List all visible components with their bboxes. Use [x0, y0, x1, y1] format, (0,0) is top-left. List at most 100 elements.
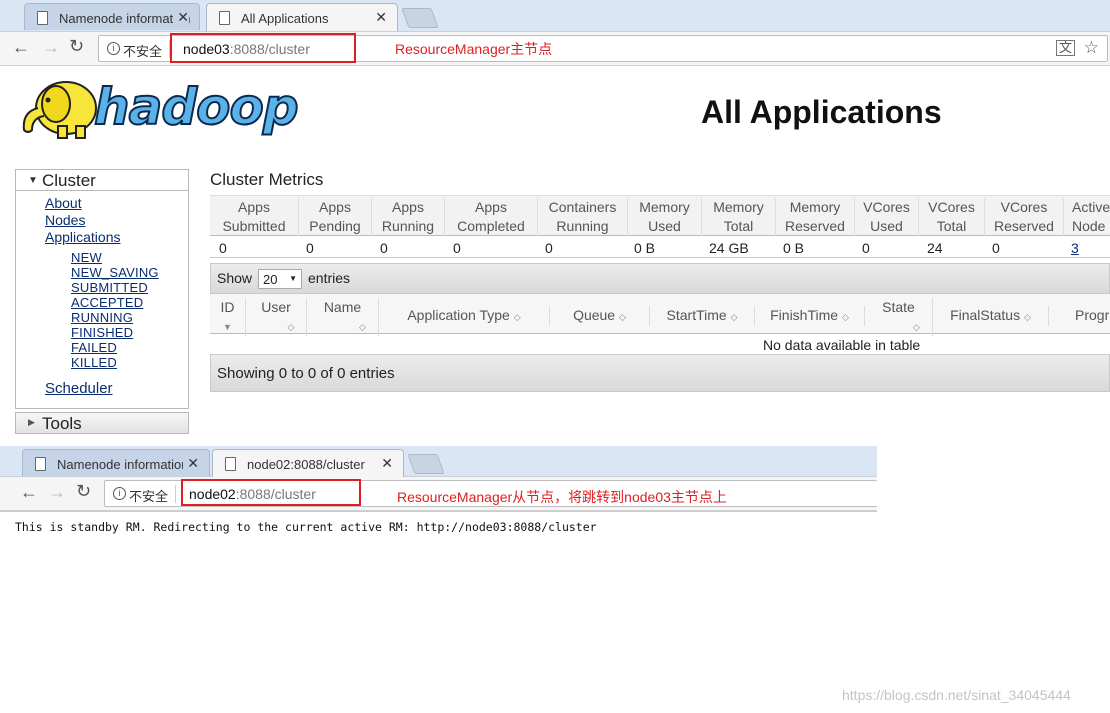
- tab-namenode-2[interactable]: Namenode information ✕: [22, 449, 210, 476]
- info-icon[interactable]: i: [113, 487, 126, 500]
- metric-header: Memory Reserved: [776, 198, 855, 236]
- entries-select[interactable]: 20 ▼: [258, 269, 302, 289]
- nav-about[interactable]: About: [45, 195, 82, 211]
- nav-applications[interactable]: Applications: [45, 229, 121, 245]
- metric-header: Apps Running: [372, 198, 445, 236]
- nav-state-failed[interactable]: FAILED: [71, 340, 117, 355]
- sort-icon: ◇: [619, 312, 626, 322]
- divider: [175, 485, 176, 503]
- sort-icon: ◇: [913, 322, 920, 332]
- column-state[interactable]: State ◇: [865, 298, 933, 336]
- translate-icon[interactable]: 文: [1055, 40, 1075, 56]
- caret-down-icon: ▼: [28, 175, 38, 186]
- metric-value: 0: [862, 240, 870, 256]
- tab-all-applications[interactable]: All Applications ✕: [206, 3, 398, 31]
- tab-label: node02:8088/cluster: [247, 457, 365, 472]
- column-queue[interactable]: Queue ◇: [550, 306, 650, 326]
- sort-icon: ◇: [730, 312, 738, 322]
- close-icon[interactable]: ✕: [173, 9, 189, 26]
- tab-label: All Applications: [241, 11, 329, 26]
- nav-nodes[interactable]: Nodes: [45, 212, 85, 228]
- forward-icon[interactable]: →: [42, 37, 60, 58]
- metric-value: 0: [219, 240, 227, 256]
- tab-node02[interactable]: node02:8088/cluster ✕: [212, 449, 404, 477]
- star-icon[interactable]: ☆: [1084, 38, 1099, 58]
- close-icon[interactable]: ✕: [375, 9, 387, 26]
- nav-state-running[interactable]: RUNNING: [71, 310, 133, 325]
- back-icon[interactable]: ←: [12, 37, 30, 58]
- column-id[interactable]: ID ▼: [210, 298, 246, 336]
- metric-value: 0 B: [634, 240, 656, 256]
- sort-icon: ◇: [513, 312, 521, 322]
- active-nodes-link[interactable]: 3: [1071, 240, 1079, 256]
- page-icon: [219, 11, 230, 25]
- sort-icon: ◇: [359, 322, 366, 332]
- metric-value: 24 GB: [709, 240, 749, 256]
- hadoop-wordmark: hadoop: [93, 77, 300, 137]
- page-icon: [35, 457, 46, 471]
- close-icon[interactable]: ✕: [381, 455, 393, 472]
- chevron-down-icon: ▼: [289, 274, 297, 283]
- entries-label: entries: [308, 270, 351, 286]
- metric-value: 0: [545, 240, 553, 256]
- back-icon[interactable]: ←: [20, 482, 38, 503]
- metric-header: VCores Reserved: [985, 198, 1064, 236]
- new-tab-button-2[interactable]: [407, 454, 445, 474]
- sort-icon: ◇: [287, 322, 295, 332]
- hadoop-logo: hadoop: [18, 72, 318, 144]
- forward-icon[interactable]: →: [48, 482, 66, 503]
- page-divider: [0, 511, 877, 512]
- metrics-value-row: [210, 236, 1110, 258]
- tools-label: Tools: [42, 414, 82, 433]
- column-application-type[interactable]: Application Type ◇: [379, 306, 550, 326]
- url-highlight-box: [170, 33, 356, 63]
- page-title: All Applications: [701, 94, 942, 130]
- tab-namenode[interactable]: Namenode information ✕: [24, 3, 200, 30]
- metric-value: 0: [992, 240, 1000, 256]
- metric-header: VCores Used: [855, 198, 919, 236]
- annotation-primary: ResourceManager主节点: [395, 41, 553, 57]
- metric-value: 0: [453, 240, 461, 256]
- metric-header: Memory Total: [702, 198, 776, 236]
- column-user[interactable]: User ◇: [246, 298, 307, 336]
- metric-value: 24: [927, 240, 943, 256]
- sort-icon: ◇: [1024, 312, 1031, 322]
- nav-state-new-saving[interactable]: NEW_SAVING: [71, 265, 159, 280]
- column-progress[interactable]: Progr: [1049, 306, 1110, 324]
- metric-value: 0: [306, 240, 314, 256]
- show-label: Show: [217, 270, 253, 286]
- tab-strip: Namenode information ✕ All Applications …: [0, 0, 1110, 32]
- metric-value: 0: [380, 240, 388, 256]
- sort-desc-icon: ▼: [223, 322, 232, 332]
- url-highlight-box-2: [181, 479, 361, 506]
- watermark: https://blog.csdn.net/sinat_34045444: [842, 687, 1071, 703]
- reload-icon[interactable]: ↻: [76, 481, 91, 502]
- nav-state-submitted[interactable]: SUBMITTED: [71, 280, 148, 295]
- info-icon[interactable]: i: [107, 42, 120, 55]
- metric-header: Apps Pending: [299, 198, 372, 236]
- reload-icon[interactable]: ↻: [69, 36, 84, 57]
- annotation-standby: ResourceManager从节点，将跳转到node03主节点上: [397, 489, 727, 505]
- nav-state-finished[interactable]: FINISHED: [71, 325, 133, 340]
- column-finalstatus[interactable]: FinalStatus ◇: [933, 306, 1049, 326]
- new-tab-button[interactable]: [401, 8, 439, 28]
- browser-toolbar: ← → ↻ i 不安全 node03:8088/cluster 文 ☆: [0, 32, 1110, 66]
- tab-strip-2: Namenode information ✕ node02:8088/clust…: [0, 446, 877, 477]
- column-starttime[interactable]: StartTime ◇: [650, 306, 755, 326]
- nav-scheduler[interactable]: Scheduler: [45, 380, 113, 397]
- nav-state-accepted[interactable]: ACCEPTED: [71, 295, 143, 310]
- tab-label: Namenode information: [57, 457, 189, 472]
- cluster-label: Cluster: [42, 171, 96, 190]
- page-icon: [37, 11, 48, 25]
- column-finishtime[interactable]: FinishTime ◇: [755, 306, 865, 326]
- metric-header: Apps Submitted: [210, 198, 299, 236]
- metric-value: 0 B: [783, 240, 805, 256]
- close-icon[interactable]: ✕: [183, 455, 199, 472]
- metric-header: Active Node: [1072, 199, 1110, 234]
- nav-state-new[interactable]: NEW: [71, 250, 102, 265]
- column-name[interactable]: Name ◇: [307, 298, 379, 336]
- caret-right-icon: ▶: [28, 417, 35, 427]
- metric-header: Containers Running: [538, 198, 628, 236]
- metric-header: Apps Completed: [445, 198, 538, 236]
- nav-state-killed[interactable]: KILLED: [71, 355, 117, 370]
